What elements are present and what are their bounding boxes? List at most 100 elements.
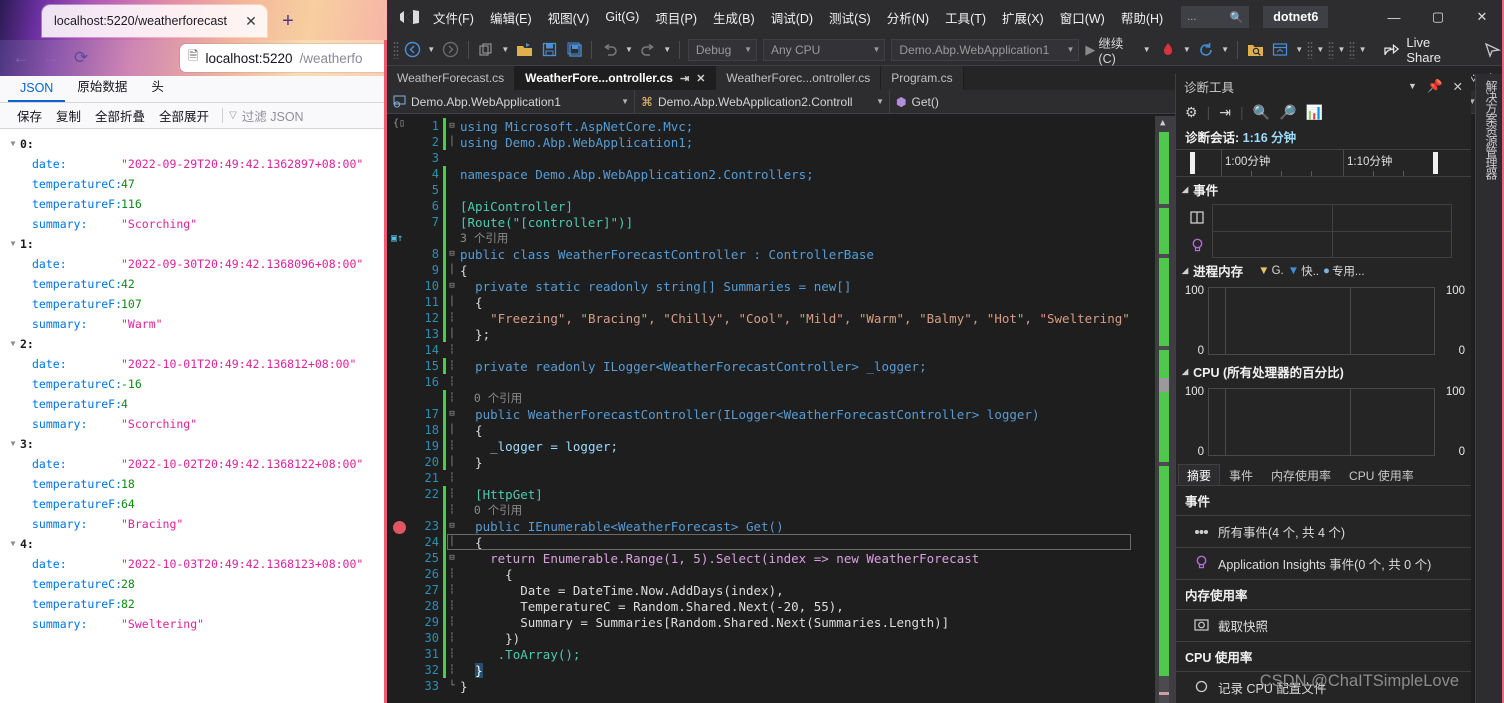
chevron-down-icon[interactable]: ▼ [623,45,634,54]
code-editor[interactable]: {▯ 1 ⊟ using Microsoft.AspNetCore.Mvc; 2… [387,116,1177,703]
chevron-down-icon[interactable]: ◢ [1182,185,1188,194]
menu-project[interactable]: 项目(P) [647,4,705,31]
menu-analyze[interactable]: 分析(N) [879,4,937,31]
toolbar-grip[interactable] [1307,41,1313,59]
menu-debug[interactable]: 调试(D) [763,4,821,31]
summary-app-insights-events[interactable]: Application Insights 事件(0 个, 共 0 个) [1176,548,1471,580]
chevron-down-icon[interactable]: ▼ [1293,45,1304,54]
tab-raw-data[interactable]: 原始数据 [65,72,139,102]
scrollbar-thumb[interactable] [1159,378,1169,392]
fold-icon[interactable]: ⊟ [446,121,458,131]
solution-explorer-tab[interactable]: 解决方案资源管理器 [1475,74,1504,703]
new-tab-button[interactable]: + [276,9,300,33]
close-icon[interactable]: ✕ [696,72,705,85]
zoom-in-icon[interactable]: 🔍 [1253,104,1270,121]
menu-edit[interactable]: 编辑(E) [482,4,540,31]
chevron-down-icon[interactable]: ▼ [6,140,20,148]
fold-icon[interactable]: ⊟ [446,521,458,531]
maximize-icon[interactable]: ▢ [1416,1,1460,33]
pin-icon[interactable]: 📌 [1427,79,1443,94]
menu-help[interactable]: 帮助(H) [1113,4,1171,31]
fold-icon[interactable]: ⊟ [446,553,458,563]
chevron-down-icon[interactable]: ▼ [426,45,437,54]
project-select[interactable]: Demo.Abp.WebApplication1 ▼ [387,90,635,113]
tab-events[interactable]: 事件 [1220,464,1262,485]
json-array-item-header[interactable]: ▼ 4: [0,534,387,554]
codelens-line[interactable]: 3 个引用 [387,230,1155,246]
menu-extensions[interactable]: 扩展(X) [994,4,1052,31]
timeline-handle-left[interactable] [1190,152,1195,174]
navigate-forward-icon[interactable] [439,38,462,62]
editor-scrollbar[interactable]: ▲ [1155,116,1177,703]
save-button[interactable]: 保存 [10,104,49,127]
json-array-item-header[interactable]: ▼ 1: [0,234,387,254]
codelens-line[interactable]: ┆ 0 个引用 [387,502,1155,518]
events-track-rows[interactable] [1212,204,1452,258]
editor-tab-active-controller[interactable]: WeatherFore...ontroller.cs ⇥ ✕ [515,66,716,90]
codelens-line[interactable]: ┆ 0 个引用 [387,390,1155,406]
export-icon[interactable]: ⇥ [1219,104,1231,121]
menu-window[interactable]: 窗口(W) [1052,4,1113,31]
back-icon[interactable]: ← [6,44,36,72]
menu-file[interactable]: 文件(F) [425,4,482,31]
chevron-down-icon[interactable]: ▼ [662,45,673,54]
gear-icon[interactable]: ⚙ [1185,104,1198,121]
type-select[interactable]: ⌘ Demo.Abp.WebApplication2.Controll ▼ [635,90,890,113]
expand-all-button[interactable]: 全部展开 [152,104,216,127]
events-section-header[interactable]: ◢ 事件 [1176,177,1471,202]
chevron-down-icon[interactable]: ▼ [500,45,511,54]
feedback-icon[interactable] [1481,38,1504,62]
find-in-files-icon[interactable] [1244,38,1267,62]
editor-tab-other-controller[interactable]: WeatherForec...ontroller.cs [716,66,881,90]
menu-build[interactable]: 生成(B) [705,4,763,31]
chevron-down-icon[interactable]: ◢ [1182,266,1188,275]
editor-tab-program[interactable]: Program.cs [881,66,963,90]
restart-icon[interactable] [1195,38,1218,62]
scroll-up-icon[interactable]: ▲ [1160,118,1165,128]
forward-icon[interactable]: → [36,44,66,72]
undo-icon[interactable] [598,38,621,62]
chevron-down-icon[interactable]: ▼ [1181,45,1192,54]
chevron-down-icon[interactable]: ▼ [1141,45,1152,54]
new-project-icon[interactable] [475,38,498,62]
fold-icon[interactable]: ⊟ [446,409,458,419]
memory-graph[interactable]: 100 0 100 0 [1178,283,1471,359]
json-array-item-header[interactable]: ▼ 2: [0,334,387,354]
json-filter-input[interactable]: ▽ 过滤 JSON [229,106,304,125]
browser-tab[interactable]: localhost:5220/weatherforecast ✕ [42,5,267,37]
chevron-down-icon[interactable]: ▼ [1408,81,1417,91]
close-icon[interactable]: ✕ [241,11,261,31]
memory-section-header[interactable]: ◢ 进程内存 ▼ G. ▼ 快.. ● 专用... [1176,258,1471,283]
chevron-down-icon[interactable]: ◢ [1182,367,1188,376]
chevron-down-icon[interactable]: ▼ [6,240,20,248]
continue-debug-button[interactable]: ▶ 继续(C) ▼ [1083,33,1154,66]
summary-all-events[interactable]: 所有事件(4 个, 共 4 个) [1176,516,1471,548]
zoom-out-icon[interactable]: 🔎 [1279,104,1296,121]
redo-icon[interactable] [637,38,660,62]
tab-headers[interactable]: 头 [139,72,176,102]
tab-summary[interactable]: 摘要 [1178,464,1220,485]
toolbar-grip[interactable] [1328,41,1334,59]
json-tree[interactable]: ▼ 0: date: "2022-09-29T20:49:42.1362897+… [0,134,387,703]
window-layout-icon[interactable] [1269,38,1292,62]
save-icon[interactable] [538,38,561,62]
json-array-item-header[interactable]: ▼ 0: [0,134,387,154]
copy-button[interactable]: 复制 [49,104,88,127]
menu-test[interactable]: 测试(S) [821,4,879,31]
live-share-button[interactable]: Live Share [1384,35,1465,65]
toolbar-grip[interactable] [1349,41,1355,59]
fold-icon[interactable]: ⊟ [446,281,458,291]
chevron-down-icon[interactable]: ▼ [1336,45,1347,54]
chevron-down-icon[interactable]: ▼ [6,540,20,548]
timeline-ruler[interactable]: 1:00分钟 1:10分钟 [1176,149,1471,177]
search-input[interactable]: ... 🔍 [1181,6,1249,28]
chevron-down-icon[interactable]: ▼ [1315,45,1326,54]
codelens-references[interactable]: 3 个引用 [458,230,508,246]
codelens-references[interactable]: 0 个引用 [458,502,522,518]
codelens-references[interactable]: 0 个引用 [458,390,522,406]
breakpoint-icon[interactable] [393,521,406,534]
startup-project-select[interactable]: Demo.Abp.WebApplication1 ▼ [891,39,1079,61]
cpu-graph[interactable]: 100 0 100 0 [1178,384,1471,460]
events-row[interactable] [1212,204,1452,231]
show-graph-icon[interactable]: 📊 [1305,104,1322,121]
